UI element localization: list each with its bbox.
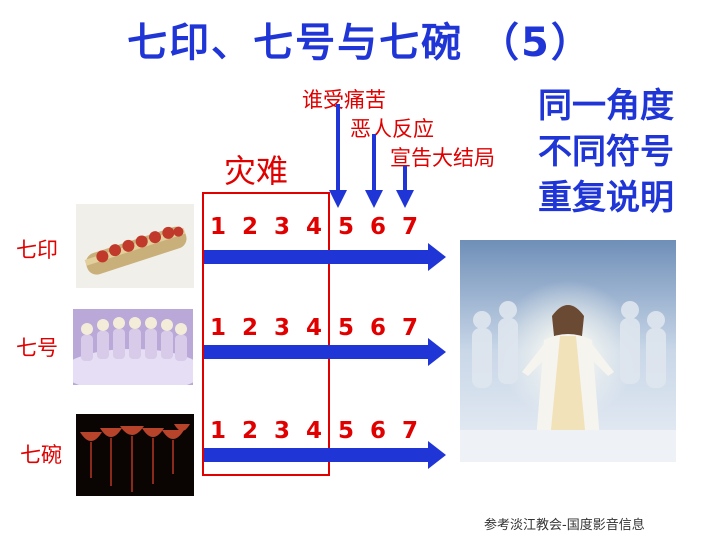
second-coming-painting [460, 240, 676, 462]
side-text-line-2: 不同符号 [538, 132, 674, 172]
down-arrow-7 [396, 166, 414, 208]
row-label-trumpets: 七号 [16, 336, 58, 360]
seal-number-5: 5 [338, 214, 355, 240]
side-text-line-3: 重复说明 [538, 178, 674, 218]
seal-number-6: 6 [370, 214, 387, 240]
seals-scroll-image [76, 204, 194, 288]
seal-arrowhead-icon [428, 243, 446, 271]
seal-number-4: 4 [306, 214, 323, 240]
source-credit: 参考淡江教会-国度影音信息 [484, 518, 645, 533]
bowl-number-5: 5 [338, 418, 355, 444]
side-text-line-1: 同一角度 [538, 86, 674, 126]
bowl-number-2: 2 [242, 418, 259, 444]
down-arrow-6 [365, 134, 383, 208]
bowl-arrowhead-icon [428, 441, 446, 469]
trumpet-number-3: 3 [274, 315, 291, 341]
seal-number-1: 1 [210, 214, 227, 240]
bowl-timeline-arrow [204, 448, 430, 462]
bowl-number-3: 3 [274, 418, 291, 444]
trumpets-angels-image [73, 309, 193, 385]
row-label-bowls: 七碗 [20, 443, 62, 467]
seal-number-7: 7 [402, 214, 419, 240]
bowl-number-6: 6 [370, 418, 387, 444]
trumpet-number-2: 2 [242, 315, 259, 341]
trumpet-arrowhead-icon [428, 338, 446, 366]
seal-timeline-arrow [204, 250, 430, 264]
bowl-numbers: 1234567 [210, 418, 434, 444]
slide-title: 七印、七号与七碗 （5） [127, 20, 593, 66]
trumpet-number-1: 1 [210, 315, 227, 341]
bowl-number-1: 1 [210, 418, 227, 444]
trumpet-numbers: 1234567 [210, 315, 434, 341]
seal-number-3: 3 [274, 214, 291, 240]
trumpet-number-6: 6 [370, 315, 387, 341]
trumpet-number-5: 5 [338, 315, 355, 341]
bowls-image [76, 414, 194, 496]
trumpet-number-4: 4 [306, 315, 323, 341]
row-label-seals: 七印 [16, 238, 58, 262]
seal-numbers: 1234567 [210, 214, 434, 240]
bowl-number-4: 4 [306, 418, 323, 444]
trumpet-timeline-arrow [204, 345, 430, 359]
seal-number-2: 2 [242, 214, 259, 240]
disaster-label: 灾难 [224, 152, 289, 190]
